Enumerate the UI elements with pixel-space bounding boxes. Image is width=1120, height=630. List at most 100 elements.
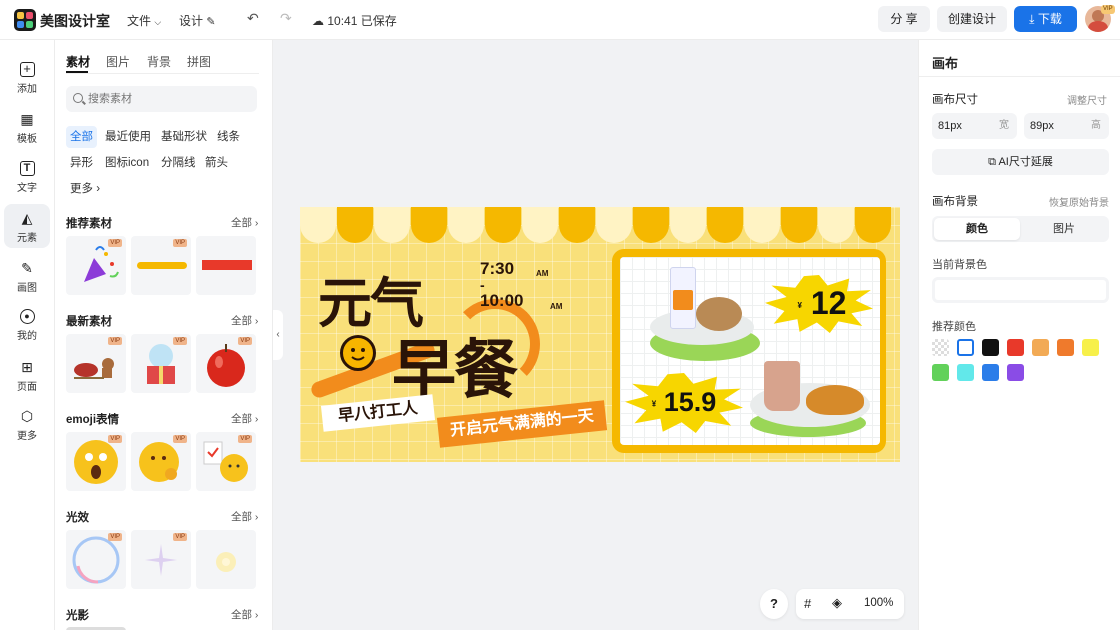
asset-thumb-yellow-stroke[interactable]: VIP	[131, 236, 191, 295]
width-field[interactable]: 81px 宽	[932, 113, 1017, 139]
asset-thumb-snow-globe[interactable]: VIP	[131, 334, 191, 393]
rail-item-add[interactable]: + 添加	[4, 56, 50, 100]
left-rail: + 添加 ▦ 模板 T 文字 ◭ 元素 ✎ 画图 ● 我的 ⊞ 页面 ⬡ 更多	[0, 40, 55, 630]
swatch-red[interactable]	[1007, 339, 1024, 356]
chip-arrows[interactable]: 箭头	[201, 152, 232, 174]
height-field[interactable]: 89px 高	[1024, 113, 1109, 139]
rail-item-page[interactable]: ⊞ 页面	[4, 353, 50, 397]
chip-lines[interactable]: 线条	[213, 126, 244, 148]
rail-label: 我的	[17, 331, 37, 342]
awning-scallop	[522, 207, 558, 243]
swatch-yellow[interactable]	[1082, 339, 1099, 356]
search-box[interactable]	[66, 86, 257, 112]
time-start[interactable]: 7:30	[480, 259, 514, 279]
redo-icon[interactable]: ↷	[280, 10, 292, 27]
vip-tag: VIP	[238, 435, 252, 443]
share-button[interactable]: 分 享	[878, 6, 930, 32]
vip-badge: VIP	[1101, 5, 1115, 14]
rail-item-text[interactable]: T 文字	[4, 155, 50, 199]
swatch-black[interactable]	[982, 339, 999, 356]
canvas-bg-label: 画布背景	[932, 196, 978, 208]
chip-irregular[interactable]: 异形	[66, 152, 97, 174]
tab-collage[interactable]: 拼图	[187, 53, 211, 70]
rail-item-more[interactable]: ⬡ 更多	[4, 402, 50, 446]
chip-icons[interactable]: 图标icon	[101, 152, 153, 174]
layers-icon[interactable]: ◈	[832, 595, 842, 611]
height-unit: 高	[1091, 120, 1101, 131]
panel-divider	[919, 76, 1120, 77]
rail-item-mine[interactable]: ● 我的	[4, 303, 50, 347]
drink-cup	[764, 361, 800, 411]
chip-more-label: 更多	[70, 183, 93, 195]
rail-item-draw[interactable]: ✎ 画图	[4, 254, 50, 298]
restore-bg-link[interactable]: 恢复原始背景	[1049, 194, 1109, 209]
rail-label: 模板	[17, 134, 37, 145]
asset-thumb-sleigh[interactable]: VIP	[66, 334, 126, 393]
asset-thumb-red-bar[interactable]	[196, 236, 256, 295]
seg-image[interactable]: 图片	[1021, 218, 1107, 240]
asset-thumb-glow[interactable]	[196, 530, 256, 589]
section-all-link[interactable]: 全部 ›	[231, 215, 258, 230]
asset-thumb-apple[interactable]: VIP	[196, 334, 256, 393]
file-menu[interactable]: 文件 ⌵	[127, 12, 161, 29]
rail-label: 更多	[17, 431, 37, 442]
help-button[interactable]: ?	[760, 589, 788, 619]
search-input[interactable]	[88, 86, 248, 112]
asset-thumb-party-popper[interactable]: VIP	[66, 236, 126, 295]
chip-all[interactable]: 全部	[66, 126, 97, 148]
swatch-white[interactable]	[957, 339, 974, 356]
download-button[interactable]: ⤓ 下载	[1014, 6, 1077, 32]
section-all-link[interactable]: 全部 ›	[231, 509, 258, 524]
awning-scallop	[707, 207, 743, 243]
swatch-blue[interactable]	[982, 364, 999, 381]
chip-basic-shapes[interactable]: 基础形状	[157, 126, 211, 148]
rail-item-elements[interactable]: ◭ 元素	[4, 204, 50, 248]
asset-thumb-thinking-emoji[interactable]: VIP	[131, 432, 191, 491]
swatch-green[interactable]	[932, 364, 949, 381]
asset-panel: 素材 图片 背景 拼图 全部 最近使用 基础形状 线条 异形 图标icon 分隔…	[55, 40, 273, 630]
grid-icon[interactable]: #	[804, 596, 811, 611]
swatch-light-orange[interactable]	[1032, 339, 1049, 356]
awning-scallop	[596, 207, 632, 243]
chip-more[interactable]: 更多 ›	[66, 178, 104, 200]
download-icon: ⤓	[1029, 12, 1035, 26]
swatch-cyan[interactable]	[957, 364, 974, 381]
asset-thumb-bubble[interactable]: VIP	[66, 530, 126, 589]
tab-materials[interactable]: 素材	[66, 53, 90, 70]
price-15-9[interactable]: ¥ 15.9	[634, 387, 734, 418]
user-icon: ●	[19, 309, 35, 324]
canvas-size-label: 画布尺寸	[932, 94, 978, 106]
design-menu[interactable]: 设计 ✎	[179, 12, 216, 29]
collapse-panel-icon[interactable]: ‹	[273, 310, 283, 360]
seg-color[interactable]: 颜色	[934, 218, 1020, 240]
search-icon	[73, 93, 83, 103]
swatch-orange[interactable]	[1057, 339, 1074, 356]
create-design-button[interactable]: 创建设计	[937, 6, 1007, 32]
asset-thumb-chick-emoji[interactable]: VIP	[196, 432, 256, 491]
price-12[interactable]: ¥ 12	[782, 285, 862, 322]
swatch-purple[interactable]	[1007, 364, 1024, 381]
all-label: 全部	[231, 511, 252, 523]
awning-scallop	[633, 207, 669, 243]
chip-recent[interactable]: 最近使用	[101, 126, 155, 148]
swatch-transparent[interactable]	[932, 339, 949, 356]
section-all-link[interactable]: 全部 ›	[231, 313, 258, 328]
awning-scallop	[744, 207, 780, 243]
time-end[interactable]: 10:00	[480, 291, 523, 311]
asset-thumb-sparkle[interactable]: VIP	[131, 530, 191, 589]
section-all-link[interactable]: 全部 ›	[231, 607, 258, 622]
awning-scallop	[855, 207, 891, 243]
section-all-link[interactable]: 全部 ›	[231, 411, 258, 426]
asset-thumb-scared-emoji[interactable]: VIP	[66, 432, 126, 491]
chip-dividers[interactable]: 分隔线	[157, 152, 200, 174]
zoom-level[interactable]: 100%	[864, 597, 893, 609]
tab-images[interactable]: 图片	[106, 53, 130, 70]
undo-icon[interactable]: ↶	[247, 10, 259, 27]
current-bg-color[interactable]	[932, 277, 1109, 303]
design-canvas[interactable]: 元气 早餐 7:30 AM - 10:00 AM 早八打工人 开启元气满满的一天…	[300, 207, 900, 462]
rail-item-template[interactable]: ▦ 模板	[4, 105, 50, 149]
tab-backgrounds[interactable]: 背景	[147, 53, 171, 70]
ai-resize-button[interactable]: ⧉ AI尺寸延展	[932, 149, 1109, 175]
app-logo[interactable]	[14, 9, 36, 31]
resize-link[interactable]: 调整尺寸	[1067, 92, 1107, 107]
